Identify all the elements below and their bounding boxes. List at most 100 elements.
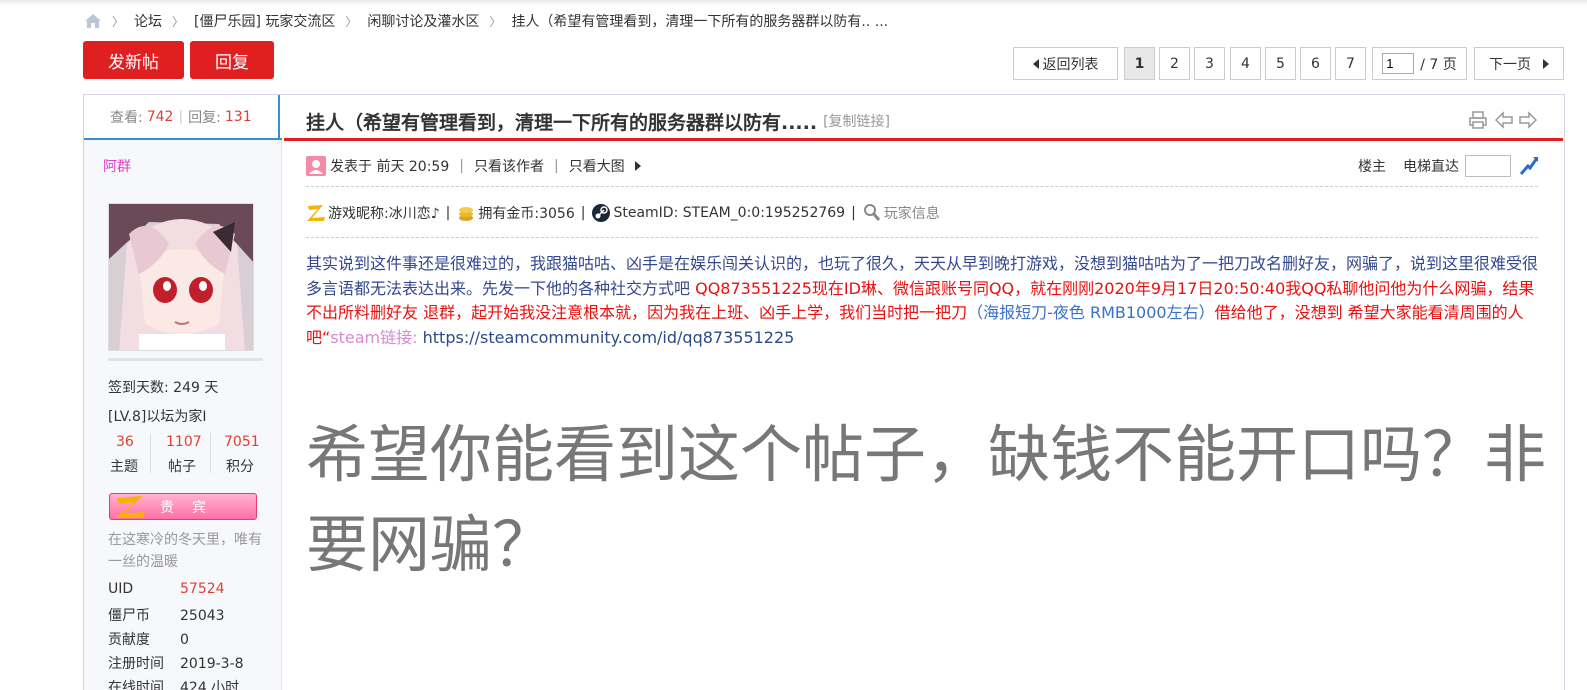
caret-right-icon	[634, 161, 641, 171]
page-2[interactable]: 2	[1159, 47, 1190, 80]
reg-label: 注册时间	[108, 656, 164, 672]
uid-row: UID 57524	[108, 581, 278, 597]
page-jump: / 7 页	[1372, 47, 1467, 80]
home-icon[interactable]	[84, 13, 102, 29]
caret-right-icon	[1543, 58, 1549, 69]
game-nickname: 游戏昵称:冰川恋♪	[328, 206, 440, 222]
breadcrumb-item-board[interactable]: 闲聊讨论及灌水区	[367, 11, 479, 31]
game-info: 游戏昵称:冰川恋♪ | 拥有金币:3056 | SteamID: STEAM_0…	[306, 200, 940, 226]
page-number-input[interactable]	[1382, 53, 1415, 74]
points-label: 积分	[226, 459, 254, 475]
user-icon	[306, 156, 326, 176]
page-total: / 7 页	[1420, 56, 1457, 73]
coins-label: 僵尸币	[108, 608, 150, 624]
coin-icon	[459, 207, 474, 221]
steam-profile-link[interactable]: https://steamcommunity.com/id/qq87355122…	[418, 328, 795, 347]
contrib-row: 贡献度 0	[108, 629, 278, 649]
uid-value[interactable]: 57524	[180, 581, 225, 597]
steam-icon	[592, 204, 611, 222]
z-logo-icon	[307, 205, 325, 221]
post-title: 挂人（希望有管理看到，清理一下所有的服务器群以防有.....	[306, 111, 818, 134]
online-label: 在线时间	[108, 680, 164, 690]
page-1[interactable]: 1	[1124, 47, 1155, 80]
jump-icon[interactable]	[1518, 154, 1540, 176]
post-body: 其实说到这件事还是很难过的，我跟猫咕咕、凶手是在娱乐闯关认识的，也玩了很久，天天…	[306, 252, 1542, 350]
page-7[interactable]: 7	[1335, 47, 1366, 80]
reg-row: 注册时间 2019-3-8	[108, 653, 278, 673]
breadcrumb: 〉 论坛 〉 [僵尸乐园] 玩家交流区 〉 闲聊讨论及灌水区 〉 挂人（希望有管…	[84, 10, 888, 32]
chevron-right-icon: 〉	[489, 14, 502, 29]
threads-label: 主题	[110, 459, 138, 475]
title-underline	[284, 138, 1563, 141]
next-page-label: 下一页	[1489, 56, 1531, 73]
breadcrumb-item-section[interactable]: [僵尸乐园] 玩家交流区	[194, 11, 335, 31]
title-notch	[278, 95, 284, 139]
thread-stats: 查看: 742 | 回复: 131	[84, 95, 282, 140]
body-item: （海报短刀-夜色 RMB1000左右）	[967, 303, 1215, 322]
user-motto: 在这寒冷的冬天里，唯有一丝的温暖	[108, 532, 262, 570]
divider: |	[580, 205, 586, 221]
threads-count[interactable]: 36	[116, 434, 134, 450]
reg-value: 2019-3-8	[180, 656, 244, 672]
online-value: 424 小时	[180, 680, 240, 690]
top-shadow	[0, 0, 1587, 6]
breadcrumb-item-thread[interactable]: 挂人（希望有管理看到，清理一下所有的服务器群以防有.. ...	[511, 11, 888, 31]
avatar-image	[109, 204, 253, 350]
title-row: 挂人（希望有管理看到，清理一下所有的服务器群以防有..... [复制链接]	[306, 106, 890, 136]
page-5[interactable]: 5	[1265, 47, 1296, 80]
only-author-link[interactable]: 只看该作者	[474, 156, 544, 176]
search-icon	[863, 204, 880, 221]
page-6[interactable]: 6	[1300, 47, 1331, 80]
z-logo-icon	[115, 496, 145, 518]
chevron-right-icon: 〉	[345, 14, 358, 29]
uid-label: UID	[108, 581, 134, 597]
copy-link[interactable]: [复制链接]	[823, 111, 890, 131]
floor-label: 楼主	[1358, 159, 1386, 175]
new-post-button[interactable]: 发新帖	[83, 41, 184, 79]
print-icon[interactable]	[1468, 110, 1488, 130]
next-thread-icon[interactable]	[1518, 110, 1538, 130]
replies-label: 回复:	[188, 109, 221, 126]
contrib-label: 贡献度	[108, 632, 150, 648]
player-info-link[interactable]: 玩家信息	[884, 203, 940, 223]
info-divider	[306, 237, 1538, 238]
post-frame	[83, 94, 1565, 690]
views-label: 查看:	[110, 109, 143, 126]
reply-button[interactable]: 回复	[190, 41, 274, 79]
back-to-list-button[interactable]: 返回列表	[1013, 47, 1118, 80]
avatar-divider	[108, 358, 263, 361]
vip-label: 贵宾	[160, 499, 224, 516]
coins-value: 25043	[180, 608, 225, 624]
divider: |	[459, 158, 464, 174]
steam-link-label: steam链接:	[330, 327, 418, 347]
divider: |	[553, 158, 559, 174]
meta-divider	[306, 186, 1538, 187]
sign-days: 签到天数: 249 天	[108, 380, 219, 396]
posts-label: 帖子	[168, 459, 196, 475]
chevron-right-icon: 〉	[112, 14, 125, 29]
steam-id: SteamID: STEAM_0:0:195252769	[613, 205, 846, 221]
divider: |	[178, 108, 184, 125]
caret-left-icon	[1032, 58, 1039, 69]
points-count[interactable]: 7051	[224, 434, 260, 450]
divider: |	[851, 205, 856, 221]
only-big-image-link[interactable]: 只看大图	[569, 156, 625, 176]
floor-jump-input[interactable]	[1465, 155, 1511, 177]
elevator-label: 电梯直达	[1403, 159, 1459, 175]
page-4[interactable]: 4	[1230, 47, 1261, 80]
coins-row: 僵尸币 25043	[108, 605, 278, 625]
contrib-value: 0	[180, 632, 189, 648]
posts-count[interactable]: 1107	[166, 434, 202, 450]
page-3[interactable]: 3	[1194, 47, 1225, 80]
back-to-list-label: 返回列表	[1042, 56, 1099, 73]
online-row: 在线时间 424 小时	[108, 677, 278, 690]
post-time: 发表于 前天 20:59	[330, 159, 450, 175]
divider	[150, 433, 151, 473]
avatar[interactable]	[108, 203, 254, 351]
divider: |	[445, 205, 451, 221]
prev-thread-icon[interactable]	[1494, 110, 1514, 130]
next-page-button[interactable]: 下一页	[1474, 47, 1564, 80]
breadcrumb-item-forum[interactable]: 论坛	[134, 11, 162, 31]
author-name[interactable]: 阿群	[103, 156, 131, 176]
user-level[interactable]: [LV.8]以坛为家I	[108, 406, 206, 426]
